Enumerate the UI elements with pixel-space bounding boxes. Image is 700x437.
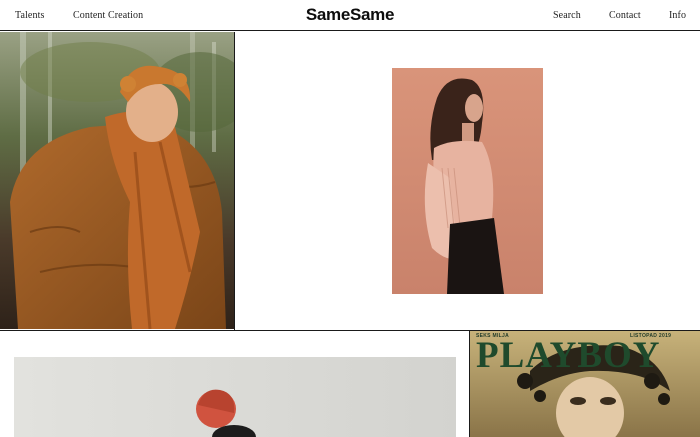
magazine-title: PLAYBOY <box>476 335 661 376</box>
nav-search[interactable]: Search <box>553 10 581 21</box>
talent-photo-pink-blouse[interactable] <box>392 68 543 294</box>
nav-content-creation[interactable]: Content Creation <box>73 10 143 21</box>
nav-contact[interactable]: Contact <box>609 10 641 21</box>
talent-photo-autumn-portrait[interactable] <box>0 32 234 329</box>
talent-tile-white <box>235 32 700 329</box>
page: Talents Content Creation SameSame Search… <box>0 0 700 437</box>
pink-blouse-image <box>392 68 543 294</box>
talent-photo-studio[interactable] <box>14 357 456 437</box>
studio-image <box>14 357 456 437</box>
autumn-portrait-image <box>0 32 234 329</box>
brand-logo[interactable]: SameSame <box>306 5 395 24</box>
site-header: Talents Content Creation SameSame Search… <box>0 0 700 31</box>
nav-talents[interactable]: Talents <box>15 10 44 21</box>
nav-info[interactable]: Info <box>669 10 686 21</box>
magazine-cover-tile[interactable]: SEKS MILJA LISTOPAD 2019 PLAYBOY <box>470 331 700 437</box>
